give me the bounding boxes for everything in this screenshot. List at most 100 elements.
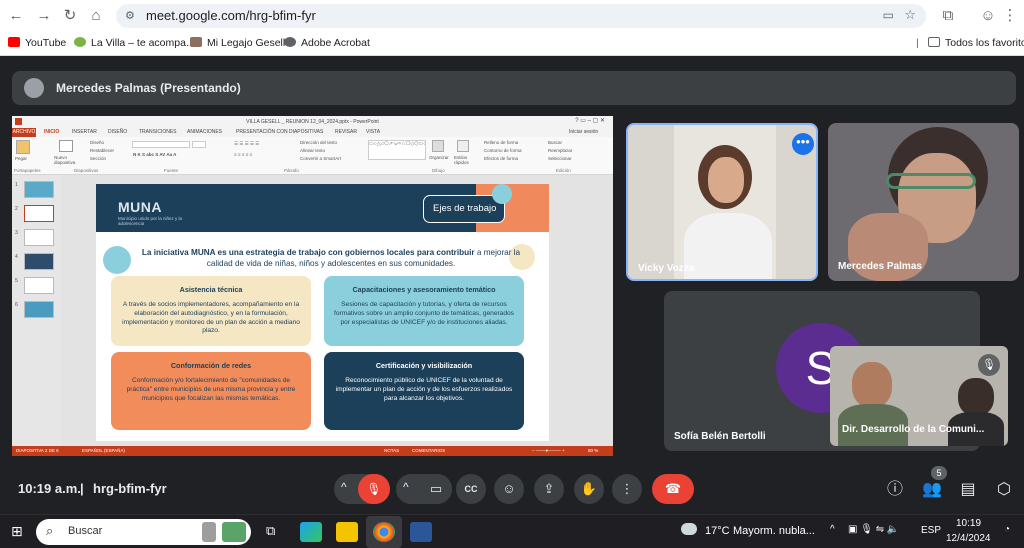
notifications-icon[interactable]: ◔ [1004, 524, 1010, 535]
shape-effects-button[interactable]: Efectos de forma [484, 156, 518, 161]
slide-thumbnail[interactable] [24, 229, 54, 246]
taskbar-search[interactable]: ⌕ Buscar [36, 519, 251, 545]
input-language[interactable]: ESP [921, 525, 941, 536]
globe-icon [284, 37, 296, 47]
ppt-tab-revisar[interactable]: REVISAR [335, 129, 357, 135]
slide-thumbnail[interactable] [24, 181, 54, 198]
camera-icon[interactable]: ▭ [883, 8, 894, 22]
reset-button[interactable]: Restablecer [90, 148, 114, 153]
slide-thumbnail-active[interactable] [24, 205, 54, 222]
slide-thumbnail[interactable] [24, 277, 54, 294]
reload-icon[interactable]: ↻ [60, 6, 80, 26]
present-button[interactable]: ⇪ [534, 474, 564, 504]
slide-thumbnail[interactable] [24, 253, 54, 270]
file-explorer-icon[interactable] [336, 522, 358, 542]
ppt-sign-in[interactable]: Iniciar sesión [569, 129, 598, 135]
participant-tile-dir-desarrollo[interactable]: 🎙 Dir. Desarrollo de la Comuni... [830, 346, 1008, 446]
participant-name: Vicky Vozza [638, 263, 695, 274]
more-options-button[interactable]: ⋮ [612, 474, 642, 504]
select-button[interactable]: Seleccionar [548, 156, 572, 161]
font-style-buttons[interactable]: N K S abc S AV Aa A [133, 152, 176, 157]
arrange-icon[interactable] [432, 140, 444, 152]
edge-icon[interactable] [300, 522, 322, 542]
clock-time[interactable]: 10:19 [956, 518, 981, 529]
bookmark-youtube[interactable]: YouTube [8, 37, 66, 49]
legajo-icon [190, 37, 202, 47]
align-buttons[interactable]: ≡ ≡ ≡ ≡ ≡ [234, 152, 252, 157]
ppt-tab-transiciones[interactable]: TRANSICIONES [139, 129, 177, 135]
bookmark-adobe-acrobat[interactable]: Adobe Acrobat [284, 37, 370, 49]
layout-button[interactable]: Diseño [90, 140, 104, 145]
shape-outline-button[interactable]: Contorno de forma [484, 148, 522, 153]
replace-button[interactable]: Reemplazar [548, 148, 572, 153]
home-icon[interactable]: ⌂ [86, 6, 106, 26]
all-bookmarks[interactable]: Todos los favoritos [928, 37, 1024, 49]
extensions-icon[interactable]: ⧉ [938, 6, 958, 26]
font-name-box[interactable] [132, 141, 190, 148]
bookmark-la-villa[interactable]: La Villa – te acompa... [74, 37, 195, 49]
activities-icon[interactable]: ⬡ [993, 479, 1015, 501]
mic-off-button[interactable]: 🎙 [358, 474, 390, 504]
info-icon[interactable]: ⓘ [884, 479, 906, 501]
powerpoint-logo-icon [15, 118, 22, 125]
forward-icon[interactable]: → [34, 6, 54, 26]
windows-start-icon[interactable]: ⊞ [11, 523, 23, 540]
participant-tile-vicky[interactable]: ••• Vicky Vozza [626, 123, 818, 281]
weather-icon[interactable] [681, 523, 697, 535]
end-call-button[interactable]: ☎ [652, 474, 694, 504]
ppt-tab-inicio[interactable]: INICIO [44, 129, 59, 135]
profile-icon[interactable]: ☺ [978, 6, 998, 26]
chrome-icon[interactable] [373, 522, 395, 542]
task-view-icon[interactable]: ⧉ [266, 523, 275, 539]
quick-styles-icon[interactable] [457, 140, 469, 152]
menu-icon[interactable]: ⋮ [1000, 6, 1020, 26]
ppt-tab-archivo[interactable]: ARCHIVO [12, 128, 36, 137]
find-button[interactable]: Buscar [548, 140, 562, 145]
participant-name: Dir. Desarrollo de la Comuni... [842, 424, 985, 435]
ppt-window-title: VILLA GESELL _ REUNION 12_04_2024.pptx -… [12, 116, 613, 128]
align-text-button[interactable]: Alinear texto [300, 148, 325, 153]
zoom-slider[interactable]: – ───●──── + [532, 448, 565, 453]
ppt-tab-diseno[interactable]: DISEÑO [108, 129, 127, 135]
section-button[interactable]: Sección [90, 156, 106, 161]
chevron-up-icon[interactable]: ^ [403, 480, 409, 494]
shapes-gallery[interactable]: ▭○△▱⬠↗↘⇨☆☐◇⬡▭○△▱⬠↗ [368, 140, 426, 160]
camera-button[interactable]: ▭ [420, 474, 452, 504]
word-icon[interactable] [410, 522, 432, 542]
chevron-up-icon[interactable]: ^ [341, 480, 347, 494]
emoji-button[interactable]: ☺ [494, 474, 524, 504]
slide-thumbnail[interactable] [24, 301, 54, 318]
current-slide: MUNA Municipio unido por la niñez y la a… [96, 184, 549, 441]
search-icon: ⌕ [46, 523, 54, 538]
new-slide-icon[interactable] [59, 140, 73, 152]
bookmarks-bar: YouTube La Villa – te acompa... Mi Legaj… [0, 32, 1024, 56]
people-icon[interactable]: 👥 [921, 479, 943, 501]
address-bar[interactable]: ⚙ meet.google.com/hrg-bfim-fyr ▭ ☆ [116, 4, 926, 28]
text-direction-button[interactable]: Dirección del texto [300, 140, 337, 145]
back-icon[interactable]: ← [6, 6, 26, 26]
raise-hand-button[interactable]: ✋ [574, 474, 604, 504]
ppt-tab-animaciones[interactable]: ANIMACIONES [187, 129, 222, 135]
ppt-tab-vista[interactable]: VISTA [366, 129, 380, 135]
comments-button[interactable]: COMENTARIOS [412, 448, 445, 453]
tray-icons[interactable]: ▣ 🎙 ⇋ 🔈 [848, 524, 899, 535]
font-size-box[interactable] [192, 141, 206, 148]
ppt-tab-presentacion[interactable]: PRESENTACIÓN CON DIAPOSITIVAS [236, 129, 323, 135]
notes-button[interactable]: NOTAS [384, 448, 399, 453]
clock-date[interactable]: 12/4/2024 [946, 533, 991, 544]
bookmark-star-icon[interactable]: ☆ [904, 7, 916, 23]
bookmark-mi-legajo[interactable]: Mi Legajo Gesell [190, 37, 285, 49]
smartart-button[interactable]: Convertir a SmartArt [300, 156, 341, 161]
shape-fill-button[interactable]: Relleno de forma [484, 140, 518, 145]
muna-logo: MUNA [118, 199, 162, 215]
ppt-tab-insertar[interactable]: INSERTAR [72, 129, 97, 135]
chat-icon[interactable]: ▤ [957, 479, 979, 501]
participant-tile-mercedes[interactable]: Mercedes Palmas [828, 123, 1019, 281]
tray-chevron-icon[interactable]: ^ [830, 524, 835, 535]
paste-icon[interactable] [16, 140, 30, 154]
site-info-icon[interactable]: ⚙ [125, 9, 135, 22]
more-options-icon[interactable]: ••• [792, 133, 814, 155]
paragraph-buttons[interactable]: ☰ ☰ ☰ ☰ ☰ [234, 141, 259, 147]
captions-button[interactable]: CC [456, 474, 486, 504]
new-slide-label: Nuevo diapositiva [54, 155, 76, 165]
